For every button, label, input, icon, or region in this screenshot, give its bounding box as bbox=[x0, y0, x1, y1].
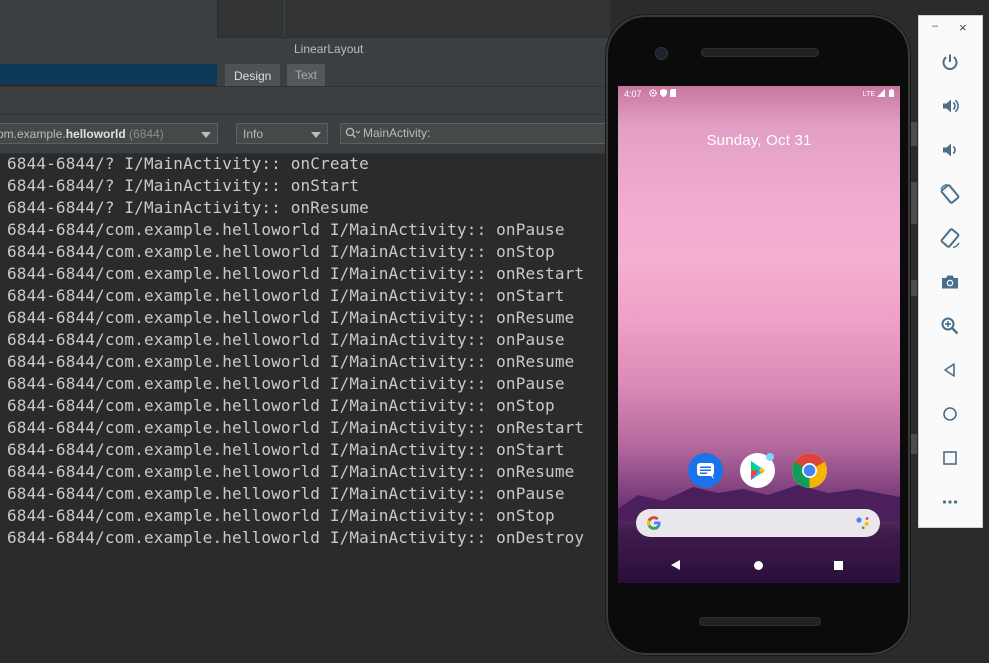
chevron-down-icon bbox=[311, 132, 321, 138]
home-icon[interactable] bbox=[754, 561, 763, 570]
project-panel bbox=[0, 0, 218, 84]
log-line: 6844-6844/com.example.helloworld I/MainA… bbox=[7, 418, 585, 437]
rotate-left-icon bbox=[940, 183, 960, 204]
log-line: 6844-6844/com.example.helloworld I/MainA… bbox=[7, 374, 565, 393]
back-button[interactable] bbox=[935, 355, 965, 385]
overview-button[interactable] bbox=[935, 443, 965, 473]
logcat-filter-bar: om.example.helloworld (6844) Info MainAc… bbox=[0, 114, 612, 154]
more-icon bbox=[942, 500, 958, 504]
log-line: 6844-6844/com.example.helloworld I/MainA… bbox=[7, 506, 555, 525]
status-system-icons: LTE bbox=[863, 89, 894, 98]
layout-title-bar: LinearLayout bbox=[217, 37, 610, 62]
google-g-icon bbox=[647, 516, 661, 530]
process-pid: (6844) bbox=[129, 127, 164, 141]
back-triangle-icon bbox=[944, 363, 955, 377]
lockscreen-date[interactable]: Sunday, Oct 31 bbox=[618, 132, 900, 149]
log-line: 6844-6844/com.example.helloworld I/MainA… bbox=[7, 484, 565, 503]
search-icon bbox=[345, 127, 361, 138]
log-line: 6844-6844/? I/MainActivity:: onResume bbox=[7, 198, 369, 217]
power-icon bbox=[942, 54, 958, 70]
log-line: 6844-6844/com.example.helloworld I/MainA… bbox=[7, 330, 565, 349]
log-line: 6844-6844/com.example.helloworld I/MainA… bbox=[7, 220, 565, 239]
log-line: 6844-6844/com.example.helloworld I/MainA… bbox=[7, 352, 575, 371]
front-camera-icon bbox=[655, 47, 668, 60]
editor-toolbar bbox=[218, 0, 610, 37]
settings-icon bbox=[649, 89, 657, 97]
log-line: 6844-6844/com.example.helloworld I/MainA… bbox=[7, 396, 555, 415]
status-time: 4:07 bbox=[624, 89, 642, 99]
camera-icon bbox=[942, 275, 958, 289]
log-line: 6844-6844/com.example.helloworld I/MainA… bbox=[7, 528, 585, 547]
bottom-speaker bbox=[699, 617, 821, 626]
signal-icon bbox=[877, 89, 886, 97]
selected-row-highlight bbox=[0, 64, 217, 84]
log-line: 6844-6844/com.example.helloworld I/MainA… bbox=[7, 242, 555, 261]
tab-design[interactable]: Design bbox=[225, 64, 281, 87]
rotate-right-button[interactable] bbox=[935, 223, 965, 253]
status-notification-icons bbox=[649, 88, 676, 98]
network-type: LTE bbox=[862, 91, 876, 98]
logcat-output[interactable]: 6844-6844/? I/MainActivity:: onCreate684… bbox=[7, 153, 584, 549]
zoom-button[interactable] bbox=[935, 311, 965, 341]
rotate-left-button[interactable] bbox=[935, 179, 965, 209]
log-line: 6844-6844/com.example.helloworld I/MainA… bbox=[7, 286, 565, 305]
close-button[interactable]: × bbox=[959, 20, 967, 35]
google-assistant-icon[interactable] bbox=[854, 516, 872, 530]
log-line: 6844-6844/com.example.helloworld I/MainA… bbox=[7, 308, 575, 327]
minimize-button[interactable]: – bbox=[932, 20, 938, 32]
process-prefix: om.example. bbox=[0, 127, 66, 141]
volume-down-button[interactable] bbox=[935, 135, 965, 165]
overview-square-icon bbox=[943, 451, 957, 465]
home-button[interactable] bbox=[935, 399, 965, 429]
log-line: 6844-6844/? I/MainActivity:: onStart bbox=[7, 176, 360, 195]
screenshot-button[interactable] bbox=[935, 267, 965, 297]
earpiece-speaker bbox=[701, 48, 819, 57]
home-circle-icon bbox=[943, 407, 957, 421]
sd-card-icon bbox=[670, 89, 676, 97]
device-process-dropdown[interactable]: om.example.helloworld (6844) bbox=[0, 123, 218, 144]
editor-tabs: Design Text bbox=[217, 62, 610, 87]
status-bar: 4:07 LTE bbox=[618, 86, 900, 102]
rotate-right-icon bbox=[940, 228, 960, 249]
log-level-dropdown[interactable]: Info bbox=[236, 123, 328, 144]
navigation-bar bbox=[618, 548, 900, 583]
log-line: 6844-6844/com.example.helloworld I/MainA… bbox=[7, 462, 575, 481]
process-name: helloworld bbox=[65, 127, 126, 141]
search-value: MainActivity: bbox=[363, 126, 431, 140]
chevron-down-icon bbox=[201, 132, 211, 138]
log-level-value: Info bbox=[243, 127, 264, 141]
back-icon[interactable] bbox=[671, 560, 680, 570]
log-line: 6844-6844/com.example.helloworld I/MainA… bbox=[7, 440, 565, 459]
panel-header: – × bbox=[919, 16, 982, 42]
more-button[interactable] bbox=[935, 487, 965, 517]
shield-icon bbox=[660, 89, 667, 97]
tab-text[interactable]: Text bbox=[287, 64, 326, 86]
device-screen[interactable]: 4:07 LTE Sunday, Oct 31 bbox=[618, 86, 900, 583]
logcat-header bbox=[0, 86, 610, 115]
google-search-bar[interactable] bbox=[636, 509, 880, 537]
logcat-search-input[interactable]: MainActivity: bbox=[340, 123, 612, 144]
emulator-controls-panel: – × bbox=[918, 15, 983, 528]
battery-icon bbox=[889, 89, 894, 97]
layout-title: LinearLayout bbox=[294, 42, 364, 56]
chrome-icon[interactable] bbox=[792, 453, 827, 488]
power-button[interactable] bbox=[935, 47, 965, 77]
messages-icon[interactable] bbox=[688, 453, 723, 488]
log-line: 6844-6844/? I/MainActivity:: onCreate bbox=[7, 154, 369, 173]
volume-down-icon bbox=[943, 143, 956, 157]
zoom-in-icon bbox=[941, 317, 959, 335]
volume-up-icon bbox=[943, 99, 959, 113]
log-line: 6844-6844/com.example.helloworld I/MainA… bbox=[7, 264, 585, 283]
volume-up-button[interactable] bbox=[935, 91, 965, 121]
recents-icon[interactable] bbox=[834, 561, 843, 570]
play-store-icon[interactable] bbox=[740, 453, 775, 488]
